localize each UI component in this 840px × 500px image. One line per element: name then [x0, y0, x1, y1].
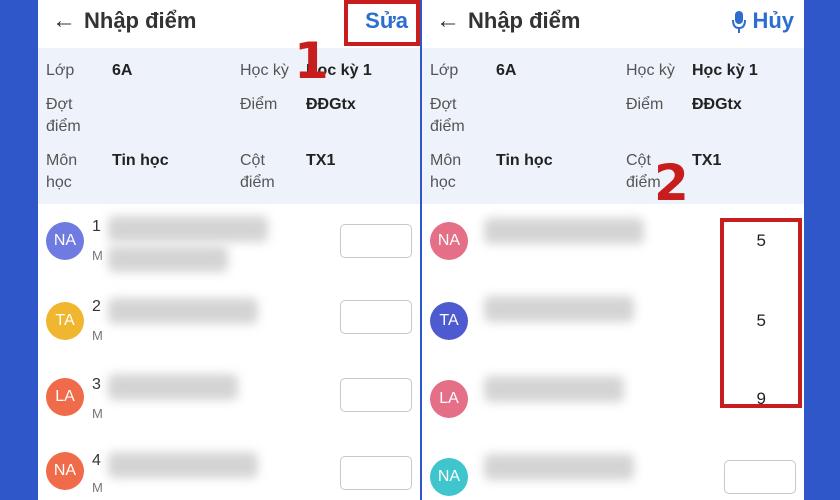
info-section: Lớp 6A Học kỳ Học kỳ 1 Đợt điểm Điểm ĐĐG…	[422, 48, 804, 204]
highlight-box-edit	[344, 0, 420, 46]
column-value: TX1	[306, 152, 336, 169]
avatar: NA	[430, 222, 468, 260]
blurred-name	[484, 376, 624, 402]
left-screen: ← Nhập điểm Sửa Lớp 6A Học kỳ Học kỳ 1 Đ…	[38, 0, 420, 500]
highlight-box-scores	[720, 218, 802, 408]
avatar: TA	[430, 302, 468, 340]
student-subtext: M	[92, 480, 103, 495]
column-value: TX1	[692, 152, 722, 169]
step-1-label: 1	[294, 32, 329, 90]
score-input[interactable]	[340, 378, 412, 412]
avatar: NA	[46, 452, 84, 490]
subject-label: Môn học	[430, 152, 462, 191]
list-item: NA 1 M	[38, 204, 420, 284]
score-input[interactable]	[340, 456, 412, 490]
blurred-name	[108, 452, 258, 478]
period-label: Đợt điểm	[46, 96, 81, 135]
blurred-name	[108, 216, 268, 242]
avatar: NA	[430, 458, 468, 496]
student-subtext: M	[92, 406, 103, 421]
avatar: LA	[46, 378, 84, 416]
student-number: 1	[92, 218, 101, 235]
list-item: LA 3 M	[38, 364, 420, 444]
student-subtext: M	[92, 328, 103, 343]
microphone-icon[interactable]	[732, 10, 746, 34]
blurred-name	[108, 298, 258, 324]
student-number: 3	[92, 376, 101, 393]
score-input[interactable]	[340, 300, 412, 334]
blurred-name	[484, 296, 634, 322]
class-label: Lớp	[430, 62, 459, 79]
blurred-name	[484, 218, 644, 244]
avatar: NA	[46, 222, 84, 260]
blurred-name	[108, 374, 238, 400]
blurred-detail	[108, 246, 228, 272]
cancel-button[interactable]: Hủy	[752, 8, 794, 34]
student-subtext: M	[92, 248, 103, 263]
step-2-label: 2	[654, 154, 689, 212]
subject-value: Tin học	[112, 152, 169, 169]
student-number: 2	[92, 298, 101, 315]
list-item: NA 4 M	[38, 444, 420, 500]
subject-value: Tin học	[496, 152, 553, 169]
page-title: Nhập điểm	[468, 8, 581, 33]
list-item: TA 2 M	[38, 284, 420, 364]
top-bar: ← Nhập điểm Hủy	[422, 0, 804, 44]
term-label: Học kỳ	[240, 62, 289, 79]
list-item: NA	[422, 444, 804, 500]
score-type-label: Điểm	[626, 96, 664, 113]
back-arrow-icon[interactable]: ←	[52, 7, 76, 35]
subject-label: Môn học	[46, 152, 78, 191]
column-label: Cột điểm	[240, 152, 275, 191]
score-type-value: ĐĐGtx	[306, 96, 356, 113]
page-title: Nhập điểm	[84, 8, 197, 33]
class-value: 6A	[112, 62, 133, 79]
avatar: TA	[46, 302, 84, 340]
score-type-value: ĐĐGtx	[692, 96, 742, 113]
back-arrow-icon[interactable]: ←	[436, 7, 460, 35]
term-label: Học kỳ	[626, 62, 675, 79]
class-label: Lớp	[46, 62, 75, 79]
score-input[interactable]	[724, 460, 796, 494]
score-type-label: Điểm	[240, 96, 278, 113]
score-input[interactable]	[340, 224, 412, 258]
class-value: 6A	[496, 62, 517, 79]
info-section: Lớp 6A Học kỳ Học kỳ 1 Đợt điểm Điểm ĐĐG…	[38, 48, 420, 204]
avatar: LA	[430, 380, 468, 418]
term-value: Học kỳ 1	[692, 62, 758, 79]
student-number: 4	[92, 452, 101, 469]
period-label: Đợt điểm	[430, 96, 465, 135]
blurred-name	[484, 454, 634, 480]
